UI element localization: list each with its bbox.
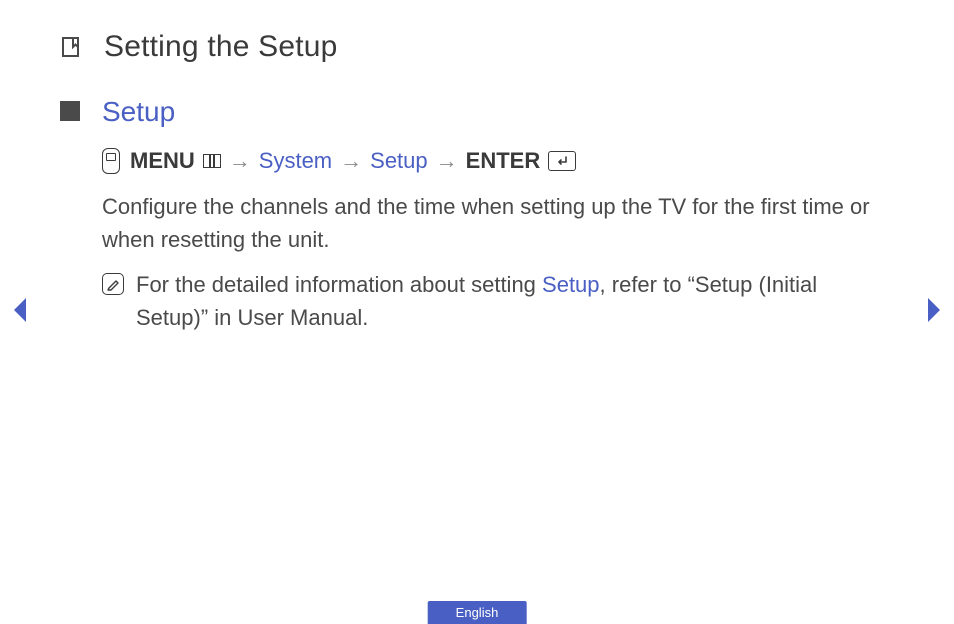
square-bullet-icon (60, 101, 80, 121)
enter-icon (548, 151, 576, 171)
note-prefix: For the detailed information about setti… (136, 272, 542, 297)
arrow-icon: → (436, 148, 458, 174)
menu-label: MENU (130, 148, 195, 174)
enter-label: ENTER (466, 148, 541, 174)
arrow-icon: → (229, 148, 251, 174)
next-page-button[interactable] (924, 296, 944, 324)
language-tab[interactable]: English (428, 601, 527, 624)
note-text: For the detailed information about setti… (136, 268, 894, 334)
path-system: System (259, 148, 332, 174)
path-setup: Setup (370, 148, 428, 174)
body-paragraph: Configure the channels and the time when… (102, 190, 894, 256)
arrow-icon: → (340, 148, 362, 174)
page-title: Setting the Setup (104, 30, 338, 64)
title-row: Setting the Setup (60, 30, 894, 64)
remote-icon (102, 148, 120, 174)
bookmark-icon (60, 36, 82, 58)
note-highlight: Setup (542, 272, 600, 297)
note-row: For the detailed information about setti… (102, 268, 894, 334)
section-heading-row: Setup (60, 96, 894, 128)
section-title: Setup (102, 96, 175, 128)
menu-path: MENU → System → Setup → ENTER (102, 148, 894, 174)
note-icon (102, 273, 124, 295)
menu-grid-icon (203, 154, 221, 168)
prev-page-button[interactable] (10, 296, 30, 324)
